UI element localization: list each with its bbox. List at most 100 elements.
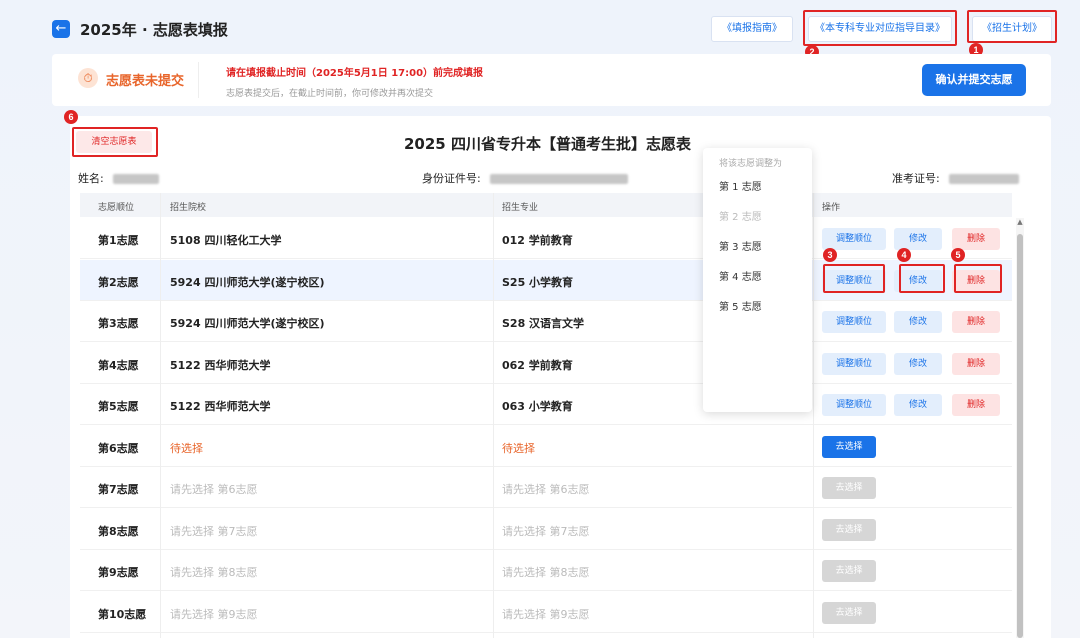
major-cell: S28 汉语言文学 <box>502 317 585 330</box>
delete-button[interactable]: 删除 <box>952 352 1000 375</box>
table-row: 第2志愿 5924 四川师范大学(遂宁校区) S25 小学教育 调整顺位 修改 删除 <box>80 259 1012 301</box>
rank-cell: 第7志愿 <box>98 483 139 496</box>
status-title: 志愿表未提交 <box>106 74 185 89</box>
major-cell: S25 小学教育 <box>502 275 574 289</box>
major-cell: 待选择 <box>502 441 535 455</box>
rank-cell: 第4志愿 <box>98 358 139 372</box>
choose-button-disabled: 去选择 <box>822 477 876 499</box>
dropdown-option-4[interactable]: 第 4 志愿 <box>719 268 762 283</box>
rank-cell: 第3志愿 <box>98 317 139 330</box>
clock-icon: ⏱ <box>78 68 98 88</box>
adjust-rank-button[interactable]: 调整顺位 <box>822 228 886 250</box>
header-major: 招生专业 <box>502 203 539 213</box>
edit-button[interactable]: 修改 <box>894 352 942 375</box>
major-cell: 请先选择 第6志愿 <box>502 483 590 496</box>
deadline-text: 请在填报截止时间（2025年5月1日 17:00）前完成填报 <box>226 68 484 79</box>
confirm-submit-button[interactable]: 确认并提交志愿 <box>922 64 1026 96</box>
school-cell: 请先选择 第8志愿 <box>170 566 258 579</box>
delete-button[interactable]: 删除 <box>952 311 1000 333</box>
name-value-redacted <box>113 174 160 184</box>
callout-number-5: 5 <box>951 248 965 262</box>
adjust-rank-button[interactable]: 调整顺位 <box>822 311 886 333</box>
rank-cell: 第6志愿 <box>98 441 139 455</box>
table-row: 第9志愿 请先选择 第8志愿 请先选择 第8志愿 去选择 <box>80 550 1012 591</box>
header-school: 招生院校 <box>170 203 207 213</box>
school-cell: 5924 四川师范大学(遂宁校区) <box>170 275 325 289</box>
dropdown-option-3[interactable]: 第 3 志愿 <box>719 238 762 253</box>
school-cell: 5924 四川师范大学(遂宁校区) <box>170 317 325 330</box>
name-field: 姓名: <box>78 170 160 186</box>
rank-cell: 第9志愿 <box>98 566 139 579</box>
ticket-value-redacted <box>949 174 1020 184</box>
major-cell: 062 学前教育 <box>502 358 573 372</box>
table-row: 第3志愿 5924 四川师范大学(遂宁校区) S28 汉语言文学 调整顺位 修改 删除 <box>80 301 1012 342</box>
major-cell: 063 小学教育 <box>502 400 573 413</box>
school-cell: 待选择 <box>170 441 203 455</box>
table-row: 第8志愿 请先选择 第7志愿 请先选择 第7志愿 去选择 <box>80 509 1012 550</box>
id-label: 身份证件号: <box>422 172 481 185</box>
rank-cell: 第5志愿 <box>98 400 139 413</box>
table-header: 志愿顺位 招生院校 招生专业 操作 <box>80 193 1012 217</box>
school-cell: 5122 西华师范大学 <box>170 400 271 413</box>
delete-button[interactable]: 删除 <box>952 228 1000 250</box>
table-scrollbar[interactable] <box>1016 218 1024 638</box>
major-directory-link[interactable]: 《本专科专业对应指导目录》 <box>808 16 952 42</box>
dropdown-option-1[interactable]: 第 1 志愿 <box>719 178 762 193</box>
submission-status-card: ⏱ 志愿表未提交 请在填报截止时间（2025年5月1日 17:00）前完成填报 … <box>52 54 1051 106</box>
school-cell: 5108 四川轻化工大学 <box>170 234 282 247</box>
scrollbar-thumb[interactable] <box>1017 234 1023 638</box>
resubmit-hint: 志愿表提交后，在截止时间前，你可修改并再次提交 <box>226 89 434 99</box>
enrollment-plan-link[interactable]: 《招生计划》 <box>972 16 1052 42</box>
school-cell: 请先选择 第7志愿 <box>170 524 258 538</box>
ticket-label: 准考证号: <box>892 172 940 185</box>
scroll-up-arrow-icon[interactable]: ▲ <box>1016 218 1024 228</box>
dropdown-title: 将该志愿调整为 <box>719 159 783 169</box>
adjust-rank-button[interactable]: 调整顺位 <box>822 269 886 292</box>
callout-number-3: 3 <box>823 248 837 262</box>
dropdown-option-5[interactable]: 第 5 志愿 <box>719 298 762 313</box>
school-cell: 请先选择 第6志愿 <box>170 483 258 496</box>
id-field: 身份证件号: <box>422 170 629 186</box>
major-cell: 请先选择 第8志愿 <box>502 566 590 579</box>
table-row: 第4志愿 5122 西华师范大学 062 学前教育 调整顺位 修改 删除 <box>80 343 1012 384</box>
choose-button-disabled: 去选择 <box>822 601 876 624</box>
column-divider <box>493 193 494 638</box>
id-value-redacted <box>490 174 629 184</box>
delete-button[interactable]: 删除 <box>952 269 1000 292</box>
rank-adjust-dropdown: 将该志愿调整为 第 1 志愿 第 2 志愿 第 3 志愿 第 4 志愿 第 5 … <box>703 148 812 412</box>
table-row: 第1志愿 5108 四川轻化工大学 012 学前教育 调整顺位 修改 删除 <box>80 218 1012 259</box>
choose-button[interactable]: 去选择 <box>822 435 876 458</box>
rank-cell: 第8志愿 <box>98 524 139 538</box>
adjust-rank-button[interactable]: 调整顺位 <box>822 394 886 416</box>
edit-button[interactable]: 修改 <box>894 228 942 250</box>
clear-form-button[interactable]: 清空志愿表 <box>76 131 152 153</box>
rank-cell: 第10志愿 <box>98 607 147 621</box>
school-cell: 5122 西华师范大学 <box>170 358 271 372</box>
table-row: 第5志愿 5122 西华师范大学 063 小学教育 调整顺位 修改 删除 <box>80 384 1012 425</box>
rank-cell: 第2志愿 <box>98 275 139 289</box>
ticket-field: 准考证号: <box>892 170 1020 186</box>
name-label: 姓名: <box>78 172 104 185</box>
table-row: 第10志愿 请先选择 第9志愿 请先选择 第9志愿 去选择 <box>80 592 1012 633</box>
edit-button[interactable]: 修改 <box>894 269 942 292</box>
table-row: 第6志愿 待选择 待选择 去选择 <box>80 426 1012 467</box>
status-divider <box>198 62 199 98</box>
header-actions: 操作 <box>822 203 841 213</box>
top-bar: ← 2025年 · 志愿表填报 《填报指南》 《本专科专业对应指导目录》 《招生… <box>0 0 1080 56</box>
major-cell: 请先选择 第7志愿 <box>502 524 590 538</box>
major-cell: 请先选择 第9志愿 <box>502 607 590 621</box>
form-title: 2025 四川省专升本【普通考生批】志愿表 <box>404 135 691 153</box>
back-arrow-icon[interactable]: ← <box>52 20 70 38</box>
column-divider <box>160 193 161 638</box>
table-row: 第7志愿 请先选择 第6志愿 请先选择 第6志愿 去选择 <box>80 467 1012 508</box>
header-rank: 志愿顺位 <box>98 203 135 213</box>
delete-button[interactable]: 删除 <box>952 394 1000 416</box>
callout-number-6: 6 <box>64 110 78 124</box>
guide-link[interactable]: 《填报指南》 <box>711 16 793 42</box>
column-divider <box>813 193 814 638</box>
school-cell: 请先选择 第9志愿 <box>170 607 258 621</box>
edit-button[interactable]: 修改 <box>894 311 942 333</box>
adjust-rank-button[interactable]: 调整顺位 <box>822 352 886 375</box>
callout-number-4: 4 <box>897 248 911 262</box>
edit-button[interactable]: 修改 <box>894 394 942 416</box>
